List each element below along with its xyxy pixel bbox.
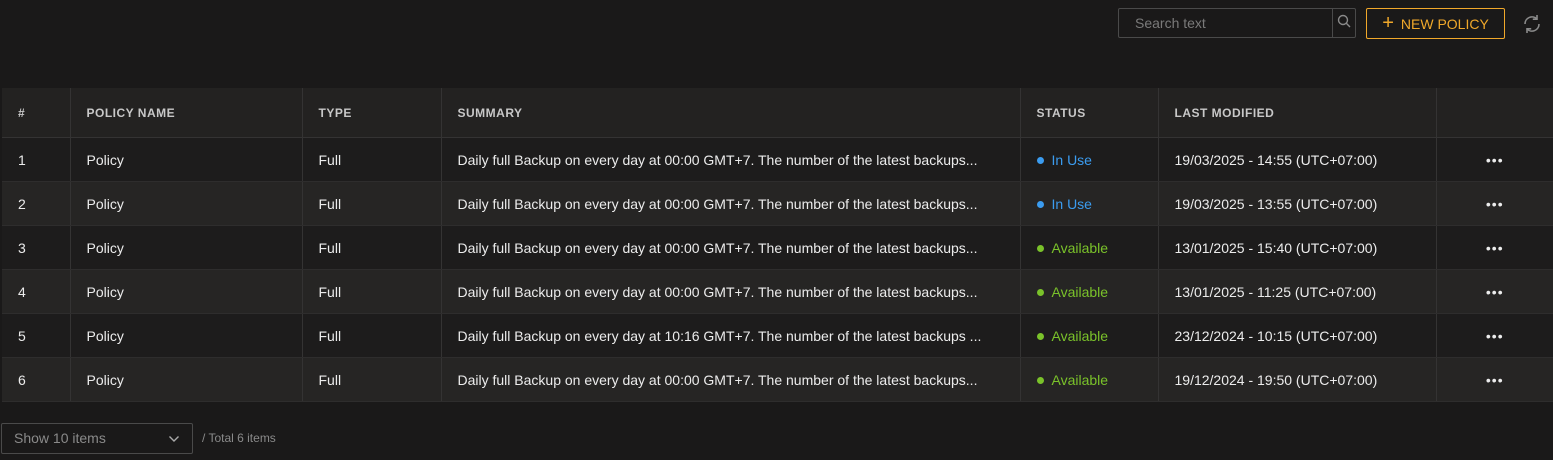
cell-summary: Daily full Backup on every day at 00:00 … [441, 137, 1021, 182]
column-header-last-modified[interactable]: LAST MODIFIED [1158, 88, 1437, 138]
cell-status: Available [1020, 313, 1159, 358]
cell-policy-name: Policy [70, 269, 303, 314]
cell-policy-name: Policy [70, 181, 303, 226]
column-header-policy-name[interactable]: POLICY NAME [70, 88, 303, 138]
cell-summary: Daily full Backup on every day at 00:00 … [441, 225, 1021, 270]
cell-last-modified: 13/01/2025 - 15:40 (UTC+07:00) [1158, 225, 1437, 270]
table-header-row: # POLICY NAME TYPE SUMMARY STATUS LAST M… [2, 88, 1553, 138]
status-badge: In Use [1036, 152, 1092, 169]
status-text: In Use [1051, 196, 1092, 213]
status-dot-icon [1036, 200, 1044, 208]
new-policy-button[interactable]: + NEW POLICY [1366, 8, 1505, 39]
search-input[interactable] [1119, 9, 1332, 37]
cell-summary: Daily full Backup on every day at 00:00 … [441, 181, 1021, 226]
cell-type: Full [302, 269, 442, 314]
column-header-status[interactable]: STATUS [1020, 88, 1159, 138]
status-badge: Available [1036, 284, 1109, 301]
status-badge: In Use [1036, 196, 1092, 213]
cell-number: 1 [2, 137, 71, 182]
page-size-label: Show 10 items [14, 430, 106, 446]
cell-summary: Daily full Backup on every day at 00:00 … [441, 269, 1021, 314]
status-text: Available [1051, 284, 1109, 301]
cell-last-modified: 19/03/2025 - 13:55 (UTC+07:00) [1158, 181, 1437, 226]
chevron-down-icon [168, 430, 180, 446]
column-header-number[interactable]: # [2, 88, 71, 138]
status-dot-icon [1036, 376, 1044, 384]
search-icon [1337, 14, 1351, 33]
status-text: Available [1051, 240, 1109, 257]
cell-policy-name: Policy [70, 313, 303, 358]
status-dot-icon [1036, 244, 1044, 252]
refresh-icon [1520, 15, 1544, 40]
status-text: In Use [1051, 152, 1092, 169]
more-horizontal-icon[interactable]: ••• [1486, 240, 1504, 256]
cell-status: Available [1020, 225, 1159, 270]
cell-last-modified: 19/03/2025 - 14:55 (UTC+07:00) [1158, 137, 1437, 182]
more-horizontal-icon[interactable]: ••• [1486, 372, 1504, 388]
cell-summary: Daily full Backup on every day at 10:16 … [441, 313, 1021, 358]
total-items-label: / Total 6 items [202, 431, 276, 445]
status-badge: Available [1036, 372, 1109, 389]
cell-summary: Daily full Backup on every day at 00:00 … [441, 357, 1021, 402]
status-badge: Available [1036, 328, 1109, 345]
cell-status: In Use [1020, 137, 1159, 182]
cell-status: In Use [1020, 181, 1159, 226]
status-dot-icon [1036, 156, 1044, 164]
cell-last-modified: 23/12/2024 - 10:15 (UTC+07:00) [1158, 313, 1437, 358]
column-header-type[interactable]: TYPE [302, 88, 442, 138]
cell-type: Full [302, 313, 442, 358]
new-policy-label: NEW POLICY [1400, 15, 1489, 32]
refresh-button[interactable] [1520, 12, 1544, 36]
cell-number: 3 [2, 225, 71, 270]
cell-type: Full [302, 137, 442, 182]
table-row[interactable]: 3 Policy Full Daily full Backup on every da… [2, 225, 1553, 270]
status-dot-icon [1036, 332, 1044, 340]
more-horizontal-icon[interactable]: ••• [1486, 328, 1504, 344]
search-button[interactable] [1332, 9, 1355, 37]
policy-table: # POLICY NAME TYPE SUMMARY STATUS LAST M… [2, 88, 1553, 402]
status-text: Available [1051, 328, 1109, 345]
cell-number: 5 [2, 313, 71, 358]
table-row[interactable]: 6 Policy Full Daily full Backup on every da… [2, 357, 1553, 402]
cell-number: 4 [2, 269, 71, 314]
cell-last-modified: 19/12/2024 - 19:50 (UTC+07:00) [1158, 357, 1437, 402]
more-horizontal-icon[interactable]: ••• [1486, 152, 1504, 168]
cell-policy-name: Policy [70, 137, 303, 182]
row-actions-cell: ••• [1436, 181, 1553, 226]
table-row[interactable]: 5 Policy Full Daily full Backup on every da… [2, 313, 1553, 358]
cell-type: Full [302, 357, 442, 402]
row-actions-cell: ••• [1436, 313, 1553, 358]
cell-status: Available [1020, 357, 1159, 402]
toolbar: + NEW POLICY [0, 8, 1553, 40]
table-row[interactable]: 2 Policy Full Daily full Backup on every da… [2, 181, 1553, 226]
cell-number: 6 [2, 357, 71, 402]
status-dot-icon [1036, 288, 1044, 296]
cell-policy-name: Policy [70, 225, 303, 270]
cell-number: 2 [2, 181, 71, 226]
more-horizontal-icon[interactable]: ••• [1486, 284, 1504, 300]
plus-icon: + [1382, 11, 1394, 34]
cell-type: Full [302, 181, 442, 226]
status-badge: Available [1036, 240, 1109, 257]
pagination-footer: Show 10 items / Total 6 items [1, 422, 276, 454]
column-header-summary[interactable]: SUMMARY [441, 88, 1021, 138]
cell-last-modified: 13/01/2025 - 11:25 (UTC+07:00) [1158, 269, 1437, 314]
row-actions-cell: ••• [1436, 269, 1553, 314]
cell-status: Available [1020, 269, 1159, 314]
search-box [1118, 8, 1356, 38]
status-text: Available [1051, 372, 1109, 389]
row-actions-cell: ••• [1436, 137, 1553, 182]
table-row[interactable]: 4 Policy Full Daily full Backup on every da… [2, 269, 1553, 314]
row-actions-cell: ••• [1436, 225, 1553, 270]
column-header-actions [1436, 88, 1553, 138]
row-actions-cell: ••• [1436, 357, 1553, 402]
page-size-select[interactable]: Show 10 items [1, 422, 193, 454]
table-row[interactable]: 1 Policy Full Daily full Backup on every da… [2, 137, 1553, 182]
cell-type: Full [302, 225, 442, 270]
cell-policy-name: Policy [70, 357, 303, 402]
more-horizontal-icon[interactable]: ••• [1486, 196, 1504, 212]
